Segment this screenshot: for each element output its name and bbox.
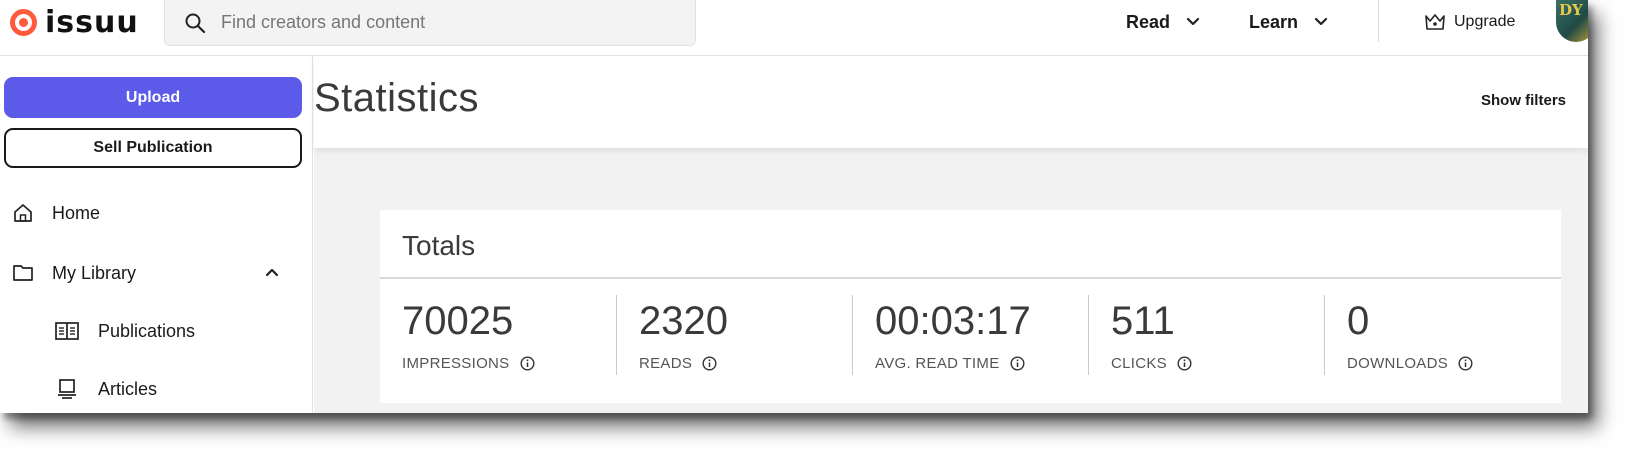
search-bar[interactable] [164,0,696,46]
page-header: Statistics Show filters [314,56,1588,148]
info-icon[interactable] [1458,356,1473,371]
sidebar-item-publications[interactable]: Publications [0,311,300,351]
book-icon [55,322,79,340]
search-input[interactable] [221,12,661,33]
brand-name: issuu [45,4,139,40]
issuu-logo-icon [10,8,37,36]
stat-label: CLICKS [1111,355,1167,372]
stat-value: 70025 [402,299,514,343]
stat-value: 0 [1347,299,1370,343]
search-icon [185,13,206,33]
learn-menu[interactable]: Learn [1249,9,1328,35]
nav-divider [1378,0,1379,42]
stat-avg-read-time: 00:03:17 AVG. READ TIME [852,295,1088,375]
stat-label: AVG. READ TIME [875,355,1000,372]
info-icon[interactable] [1177,356,1192,371]
chevron-down-icon [1186,17,1200,26]
sidebar-item-my-library[interactable]: My Library [0,253,300,293]
totals-card: Totals 70025 IMPRESSIONS 2320 READS 00:0… [380,210,1561,403]
learn-menu-label: Learn [1249,11,1299,32]
stat-value: 00:03:17 [875,299,1031,343]
read-menu[interactable]: Read [1126,9,1200,35]
upgrade-label: Upgrade [1454,13,1516,30]
stat-reads: 2320 READS [616,295,852,375]
crown-icon [1425,14,1445,30]
totals-title: Totals [402,230,476,261]
top-navigation: issuu Read Learn [0,0,1588,56]
sidebar: Upload Sell Publication Home My Library [0,56,313,413]
read-menu-label: Read [1126,11,1171,32]
stat-downloads: 0 DOWNLOADS [1324,295,1560,375]
stat-label: READS [639,355,693,372]
stat-value: 511 [1111,299,1175,343]
sidebar-item-label: Articles [98,378,158,399]
info-icon[interactable] [1010,356,1025,371]
sidebar-item-home[interactable]: Home [0,193,300,233]
stat-value: 2320 [639,299,728,343]
chevron-down-icon [1314,17,1328,26]
show-filters-button[interactable]: Show filters [1481,92,1566,109]
article-icon [58,379,76,399]
sell-publication-button[interactable]: Sell Publication [4,128,302,168]
stat-label: DOWNLOADS [1347,355,1449,372]
info-icon[interactable] [519,356,535,371]
stat-label: IMPRESSIONS [402,355,510,372]
user-avatar[interactable]: DY [1556,0,1588,42]
stat-impressions: 70025 IMPRESSIONS [380,295,616,375]
stat-clicks: 511 CLICKS [1088,295,1324,375]
chevron-up-icon[interactable] [265,267,279,277]
issuu-logo[interactable]: issuu [10,4,139,40]
app-window: issuu Read Learn [0,0,1588,413]
upload-button[interactable]: Upload [4,77,302,118]
page-title: Statistics [314,76,480,120]
info-icon[interactable] [702,356,717,371]
home-icon [14,204,32,222]
divider [380,277,1561,279]
sidebar-item-articles[interactable]: Articles [0,369,300,409]
sidebar-item-label: Home [52,202,101,223]
main-content: Statistics Show filters Totals 70025 IMP… [314,56,1588,413]
folder-icon [13,265,33,281]
sidebar-item-label: Publications [98,320,196,341]
sidebar-item-label: My Library [52,262,137,283]
upgrade-button[interactable]: Upgrade [1424,9,1515,35]
